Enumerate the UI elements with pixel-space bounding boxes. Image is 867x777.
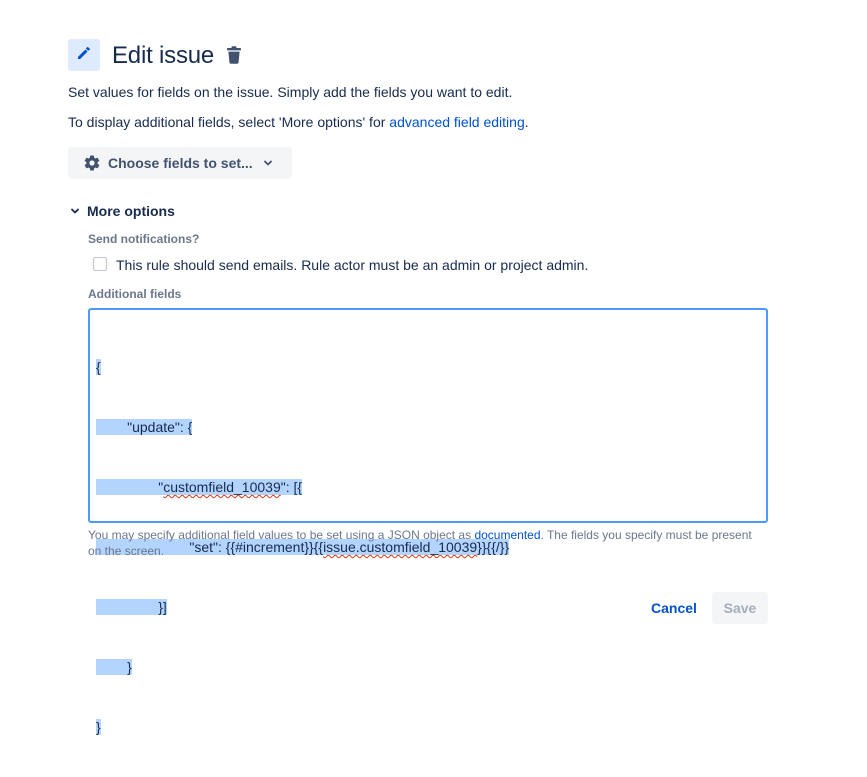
code-line: "customfield_10039": [{ [96, 479, 303, 495]
additional-fields-textarea[interactable]: { "update": { "customfield_10039": [{ "s… [88, 308, 768, 735]
send-emails-checkbox[interactable] [93, 257, 107, 271]
additional-fields-label: Additional fields [88, 287, 182, 301]
page-title: Edit issue [112, 42, 215, 69]
description-line-1: Set values for fields on the issue. Simp… [68, 84, 513, 100]
help-prefix: You may specify additional field values … [88, 528, 475, 542]
choose-fields-button[interactable]: Choose fields to set... [68, 147, 292, 179]
code-line: { [96, 359, 101, 375]
chevron-down-icon [261, 156, 275, 170]
send-notifications-label: Send notifications? [88, 232, 200, 246]
code-line: } [96, 659, 132, 675]
description-line-2-suffix: . [524, 114, 529, 130]
send-emails-checkbox-label[interactable]: This rule should send emails. Rule actor… [116, 256, 588, 274]
advanced-field-editing-link[interactable]: advanced field editing [389, 114, 524, 130]
chevron-down-icon [68, 204, 82, 218]
documented-link[interactable]: documented [474, 528, 540, 542]
cancel-button[interactable]: Cancel [642, 592, 706, 624]
additional-fields-help: You may specify additional field values … [88, 527, 768, 559]
edit-issue-icon-box [68, 39, 100, 71]
save-button[interactable]: Save [712, 592, 768, 624]
choose-fields-label: Choose fields to set... [108, 155, 253, 171]
description-line-2: To display additional fields, select 'Mo… [68, 113, 529, 131]
more-options-label: More options [87, 203, 175, 219]
trash-icon[interactable] [224, 45, 244, 65]
pencil-icon [75, 44, 93, 67]
code-line: } [96, 719, 101, 735]
gear-icon [82, 153, 102, 173]
code-line: "update": { [96, 419, 193, 435]
more-options-toggle[interactable]: More options [68, 201, 175, 221]
description-line-2-prefix: To display additional fields, select 'Mo… [68, 114, 390, 130]
